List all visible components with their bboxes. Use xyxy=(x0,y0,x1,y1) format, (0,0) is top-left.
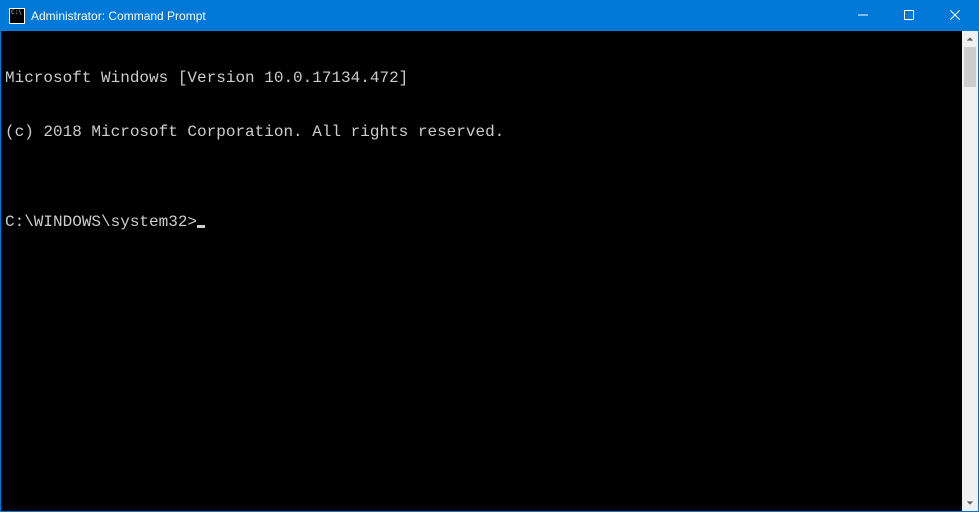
minimize-button[interactable] xyxy=(840,1,886,31)
scroll-down-button[interactable] xyxy=(962,495,978,511)
terminal-output[interactable]: Microsoft Windows [Version 10.0.17134.47… xyxy=(1,31,962,511)
version-line: Microsoft Windows [Version 10.0.17134.47… xyxy=(5,69,958,87)
window-title: Administrator: Command Prompt xyxy=(31,9,206,23)
scroll-up-button[interactable] xyxy=(962,31,978,47)
chevron-up-icon xyxy=(966,30,974,48)
prompt-text: C:\WINDOWS\system32> xyxy=(5,213,197,231)
command-prompt-window: Administrator: Command Prompt Microsoft xyxy=(0,0,979,512)
prompt-line: C:\WINDOWS\system32> xyxy=(5,213,958,231)
client-area: Microsoft Windows [Version 10.0.17134.47… xyxy=(1,31,978,511)
copyright-line: (c) 2018 Microsoft Corporation. All righ… xyxy=(5,123,958,141)
cursor xyxy=(197,225,205,228)
scroll-track[interactable] xyxy=(962,47,978,495)
scroll-thumb[interactable] xyxy=(964,47,976,87)
chevron-down-icon xyxy=(966,494,974,512)
titlebar[interactable]: Administrator: Command Prompt xyxy=(1,1,978,31)
maximize-icon xyxy=(904,9,914,23)
close-icon xyxy=(950,9,960,23)
maximize-button[interactable] xyxy=(886,1,932,31)
window-controls xyxy=(840,1,978,31)
vertical-scrollbar[interactable] xyxy=(962,31,978,511)
minimize-icon xyxy=(858,9,868,23)
cmd-icon xyxy=(9,8,25,24)
close-button[interactable] xyxy=(932,1,978,31)
